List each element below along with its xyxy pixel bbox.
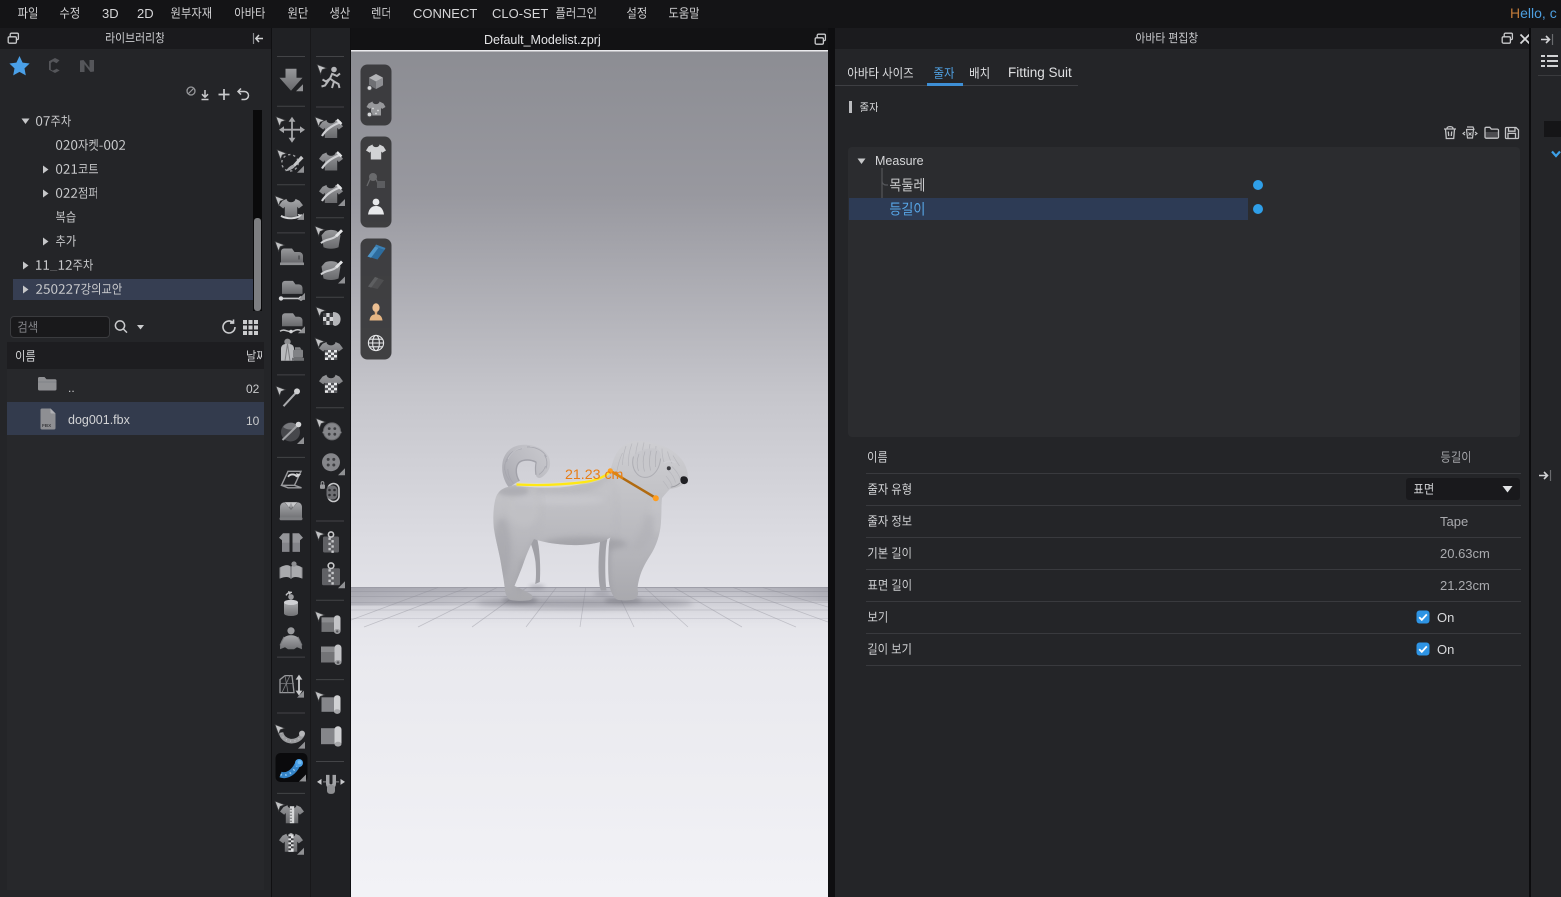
svg-text:21.23 cm: 21.23 cm [565, 467, 623, 483]
svg-text:FBX: FBX [42, 423, 52, 428]
